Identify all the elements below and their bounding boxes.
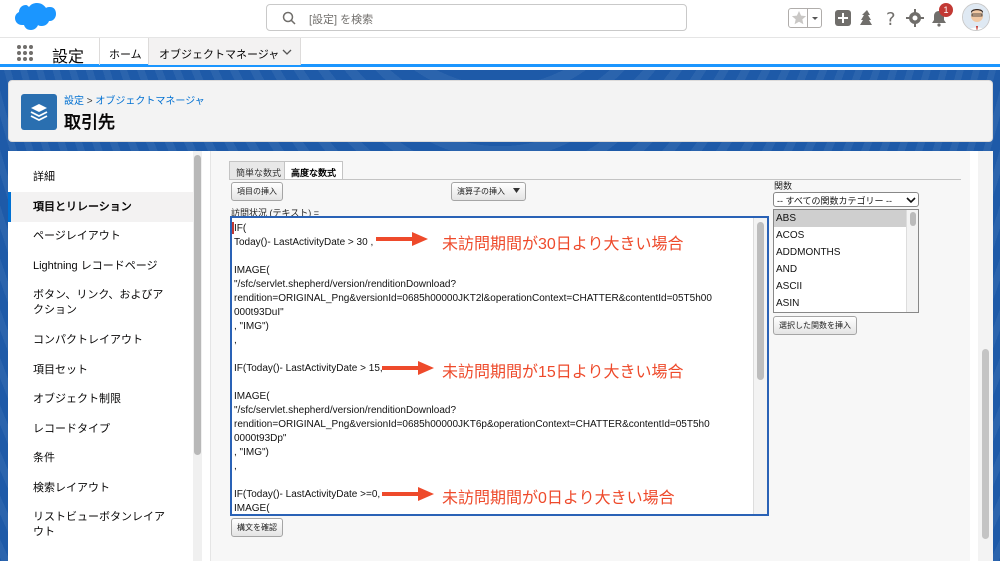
breadcrumb-separator: > [84, 96, 96, 107]
code-line: 0000t93Dp" [234, 433, 287, 444]
annotation-0-days: 未訪問期間が0日より大きい場合 [442, 490, 675, 507]
context-nav-bar: 設定 ホーム オブジェクトマネージャ [0, 37, 1000, 67]
function-item[interactable]: ASIN [774, 295, 906, 312]
salesforce-cloud-logo[interactable] [10, 3, 56, 34]
caret-down-icon [812, 17, 818, 20]
sidebar-item-lightning-pages[interactable]: Lightning レコードページ [8, 259, 193, 274]
tab-advanced-formula[interactable]: 高度な数式 [284, 161, 344, 180]
annotation-30-days: 未訪問期間が30日より大きい場合 [442, 236, 684, 253]
app-launcher-icon[interactable] [16, 44, 34, 62]
sidebar-scrollbar[interactable] [193, 151, 202, 561]
sidebar-item-object-limits[interactable]: オブジェクト制限 [8, 392, 193, 407]
code-line: , [234, 461, 237, 472]
insert-operator-label: 演算子の挿入 [457, 187, 505, 196]
function-list-scroll-thumb[interactable] [910, 212, 916, 226]
arrow-right-icon [382, 361, 434, 375]
tab-simple-formula[interactable]: 簡単な数式 [229, 161, 289, 180]
sidebar-item-compact-layouts[interactable]: コンパクトレイアウト [8, 333, 193, 348]
favorites-button[interactable] [788, 8, 822, 28]
code-line: , "IMG") [234, 321, 269, 332]
function-list-scrollbar[interactable] [906, 210, 918, 312]
editor-scrollbar[interactable] [753, 218, 767, 514]
check-syntax-button[interactable]: 構文を確認 [231, 518, 283, 537]
layers-icon [21, 94, 57, 130]
breadcrumb-object-manager[interactable]: オブジェクトマネージャ [95, 96, 204, 107]
sidebar-item-details[interactable]: 詳細 [8, 170, 193, 185]
code-line: , [234, 335, 237, 346]
code-line: rendition=ORIGINAL_Png&versionId=0685h00… [234, 293, 712, 304]
sidebar-item-list-view-button-layout[interactable]: リストビューボタンレイアウト [8, 510, 168, 540]
add-icon[interactable] [834, 9, 852, 27]
global-header: [設定] を検索 ? 1 [0, 0, 1000, 37]
function-item[interactable]: AND [774, 261, 906, 278]
page-title: 取引先 [64, 113, 115, 132]
sidebar-item-field-sets[interactable]: 項目セット [8, 363, 193, 378]
nav-divider [99, 38, 100, 65]
sidebar-item-buttons-links-actions[interactable]: ボタン、リンク、およびアクション [8, 288, 168, 318]
object-page-header: 設定 > オブジェクトマネージャ 取引先 [8, 80, 993, 142]
tab-divider [229, 179, 961, 180]
code-line: "/sfc/servlet.shepherd/version/rendition… [234, 405, 457, 416]
insert-operator-button[interactable]: 演算子の挿入 [451, 182, 526, 201]
sidebar-scroll-thumb[interactable] [194, 155, 201, 455]
chevron-down-icon [906, 197, 916, 204]
code-line: "/sfc/servlet.shepherd/version/rendition… [234, 279, 457, 290]
function-item[interactable]: ABS [774, 210, 906, 227]
code-line: IMAGE( [234, 265, 270, 276]
nav-home-link[interactable]: ホーム [109, 46, 142, 62]
favorites-dropdown[interactable] [807, 9, 821, 27]
tab-object-manager[interactable]: オブジェクトマネージャ [148, 38, 301, 65]
svg-text:?: ? [886, 9, 896, 27]
functions-label: 関数 [774, 181, 793, 191]
search-placeholder: [設定] を検索 [309, 14, 374, 26]
trailhead-icon[interactable] [858, 9, 876, 27]
page-scrollbar[interactable] [978, 151, 993, 561]
caret-down-icon [513, 188, 520, 193]
help-icon[interactable]: ? [882, 9, 900, 27]
editor-scroll-thumb[interactable] [757, 222, 764, 380]
insert-function-button[interactable]: 選択した関数を挿入 [773, 316, 857, 335]
sidebar-item-search-layouts[interactable]: 検索レイアウト [8, 481, 193, 496]
search-icon [282, 11, 296, 25]
breadcrumb: 設定 > オブジェクトマネージャ [64, 92, 205, 107]
code-line: IMAGE( [234, 391, 270, 402]
page-scroll-thumb[interactable] [982, 349, 989, 539]
code-line: , "IMG") [234, 447, 269, 458]
arrow-right-icon [376, 232, 428, 246]
sidebar-item-record-types[interactable]: レコードタイプ [8, 422, 193, 437]
function-category-select[interactable]: -- すべての関数カテゴリー -- [773, 192, 919, 207]
function-item[interactable]: ADDMONTHS [774, 244, 906, 261]
sidebar-item-page-layouts[interactable]: ページレイアウト [8, 229, 193, 244]
arrow-right-icon [382, 487, 434, 501]
object-sidebar: 詳細 項目とリレーション ページレイアウト Lightning レコードページ … [8, 151, 193, 561]
user-avatar-icon [963, 4, 989, 30]
sidebar-item-fields[interactable]: 項目とリレーション [8, 192, 193, 222]
global-search[interactable]: [設定] を検索 [266, 4, 687, 31]
tab-object-manager-label: オブジェクトマネージャ [159, 49, 280, 61]
function-item[interactable]: ACOS [774, 227, 906, 244]
chevron-down-icon[interactable] [282, 47, 292, 57]
insert-field-button[interactable]: 項目の挿入 [231, 182, 283, 201]
app-name: 設定 [52, 49, 85, 66]
breadcrumb-setup[interactable]: 設定 [64, 96, 84, 107]
code-line: rendition=ORIGINAL_Png&versionId=0685h00… [234, 419, 710, 430]
sidebar-item-conditions[interactable]: 条件 [8, 451, 193, 466]
annotation-15-days: 未訪問期間が15日より大きい場合 [442, 364, 684, 381]
star-icon [791, 11, 807, 25]
gear-icon[interactable] [906, 9, 924, 27]
function-category-value: -- すべての関数カテゴリー -- [777, 196, 892, 206]
function-item[interactable]: ASCII [774, 278, 906, 295]
function-list[interactable]: ABS ACOS ADDMONTHS AND ASCII ASIN [773, 209, 919, 313]
notification-badge: 1 [939, 3, 953, 17]
avatar[interactable] [962, 3, 990, 31]
code-line: 000t93DuI" [234, 307, 284, 318]
